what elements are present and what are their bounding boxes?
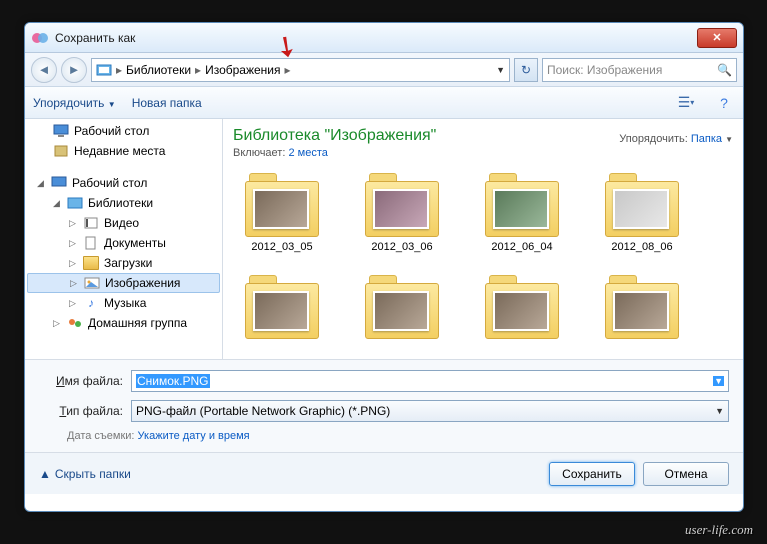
footer: ▲ Скрыть папки Сохранить Отмена: [25, 452, 743, 494]
folder-item[interactable]: [593, 275, 691, 343]
newfolder-button[interactable]: Новая папка: [132, 96, 202, 110]
folder-item[interactable]: [473, 275, 571, 343]
chevron-down-icon[interactable]: ▼: [496, 65, 505, 75]
filename-input[interactable]: Снимок.PNG▼: [131, 370, 729, 392]
chevron-down-icon[interactable]: ▼: [715, 406, 724, 416]
sidebar-item-recent[interactable]: Недавние места: [25, 141, 222, 161]
watermark: user-life.com: [685, 522, 753, 538]
collapse-icon[interactable]: ◢: [53, 198, 62, 209]
filetype-select[interactable]: PNG-файл (Portable Network Graphic) (*.P…: [131, 400, 729, 422]
folder-icon: [83, 256, 99, 270]
chevron-right-icon: ▸: [116, 63, 122, 77]
desktop-icon: [51, 176, 67, 190]
search-input[interactable]: Поиск: Изображения 🔍: [542, 58, 737, 82]
breadcrumb-current[interactable]: Изображения: [205, 63, 280, 77]
expand-icon[interactable]: ▷: [69, 298, 78, 309]
expand-icon[interactable]: ▷: [69, 218, 78, 229]
desktop-icon: [53, 124, 69, 138]
filetype-label: Тип файла:: [39, 404, 131, 418]
cancel-button[interactable]: Отмена: [643, 462, 729, 486]
library-title: Библиотека "Изображения": [233, 127, 436, 145]
item-label: 2012_03_06: [371, 241, 432, 253]
expand-icon[interactable]: ▷: [69, 238, 78, 249]
items-grid: 2012_03_05 2012_03_06 2012_06_04 2012_08…: [233, 173, 733, 343]
chevron-right-icon: ▸: [285, 63, 291, 77]
close-button[interactable]: ✕: [697, 28, 737, 48]
sidebar-item-pictures[interactable]: ▷Изображения: [27, 273, 220, 293]
sidebar-item-desktop[interactable]: Рабочий стол: [25, 121, 222, 141]
libraries-icon: [96, 63, 112, 77]
sidebar-item-libraries[interactable]: ◢Библиотеки: [25, 193, 222, 213]
sidebar-item-music[interactable]: ▷♪Музыка: [25, 293, 222, 313]
app-icon: [31, 29, 49, 47]
view-button[interactable]: ☰ ▾: [675, 92, 697, 114]
chevron-down-icon[interactable]: ▼: [713, 376, 724, 386]
expand-icon[interactable]: ▷: [69, 258, 78, 269]
folder-item[interactable]: 2012_06_04: [473, 173, 571, 253]
music-icon: ♪: [83, 296, 99, 310]
organize-button[interactable]: Упорядочить ▼: [33, 96, 116, 110]
sidebar-item-video[interactable]: ▷Видео: [25, 213, 222, 233]
back-button[interactable]: ◄: [31, 57, 57, 83]
date-taken-link[interactable]: Укажите дату и время: [138, 430, 250, 442]
forward-button[interactable]: ►: [61, 57, 87, 83]
recent-icon: [53, 144, 69, 158]
form-area: Имя файла: Снимок.PNG▼ Тип файла: PNG-фа…: [25, 359, 743, 452]
libraries-icon: [67, 196, 83, 210]
folder-item[interactable]: 2012_03_06: [353, 173, 451, 253]
sidebar-item-homegroup[interactable]: ▷Домашняя группа: [25, 313, 222, 333]
includes-link[interactable]: 2 места: [288, 147, 327, 159]
folder-item[interactable]: 2012_03_05: [233, 173, 331, 253]
chevron-up-icon: ▲: [39, 467, 51, 481]
pictures-icon: [84, 276, 100, 290]
video-icon: [83, 216, 99, 230]
filename-label: Имя файла:: [39, 374, 131, 388]
toolbar: Упорядочить ▼ Новая папка ☰ ▾ ?: [25, 87, 743, 119]
item-label: 2012_08_06: [611, 241, 672, 253]
document-icon: [83, 236, 99, 250]
help-button[interactable]: ?: [713, 92, 735, 114]
sidebar-item-desktop-root[interactable]: ◢Рабочий стол: [25, 173, 222, 193]
sidebar: Рабочий стол Недавние места ◢Рабочий сто…: [25, 119, 223, 359]
window-title: Сохранить как: [55, 31, 697, 45]
nav-row: ◄ ► ▸ Библиотеки ▸ Изображения ▸ ▼ ↻ Пои…: [25, 53, 743, 87]
homegroup-icon: [67, 316, 83, 330]
address-bar[interactable]: ▸ Библиотеки ▸ Изображения ▸ ▼: [91, 58, 510, 82]
expand-icon[interactable]: ▷: [70, 278, 79, 289]
arrange-by[interactable]: Упорядочить: Папка ▼: [619, 133, 733, 145]
search-icon: 🔍: [717, 63, 732, 77]
folder-item[interactable]: 2012_08_06: [593, 173, 691, 253]
search-placeholder: Поиск: Изображения: [547, 63, 662, 77]
collapse-icon[interactable]: ◢: [37, 178, 46, 189]
refresh-button[interactable]: ↻: [514, 58, 538, 82]
hide-folders-button[interactable]: ▲ Скрыть папки: [39, 467, 131, 481]
folder-item[interactable]: [353, 275, 451, 343]
item-label: 2012_06_04: [491, 241, 552, 253]
save-button[interactable]: Сохранить: [549, 462, 635, 486]
titlebar[interactable]: Сохранить как ✕: [25, 23, 743, 53]
folder-item[interactable]: [233, 275, 331, 343]
item-label: 2012_03_05: [251, 241, 312, 253]
breadcrumb-libraries[interactable]: Библиотеки: [126, 63, 191, 77]
save-as-dialog: Сохранить как ✕ ◄ ► ▸ Библиотеки ▸ Изобр…: [24, 22, 744, 512]
content-area: Библиотека "Изображения" Включает: 2 мес…: [223, 119, 743, 359]
library-includes: Включает: 2 места: [233, 147, 436, 159]
metadata-row: Дата съемки: Укажите дату и время: [67, 430, 729, 442]
chevron-right-icon: ▸: [195, 63, 201, 77]
expand-icon[interactable]: ▷: [53, 318, 62, 329]
sidebar-item-documents[interactable]: ▷Документы: [25, 233, 222, 253]
sidebar-item-downloads[interactable]: ▷Загрузки: [25, 253, 222, 273]
